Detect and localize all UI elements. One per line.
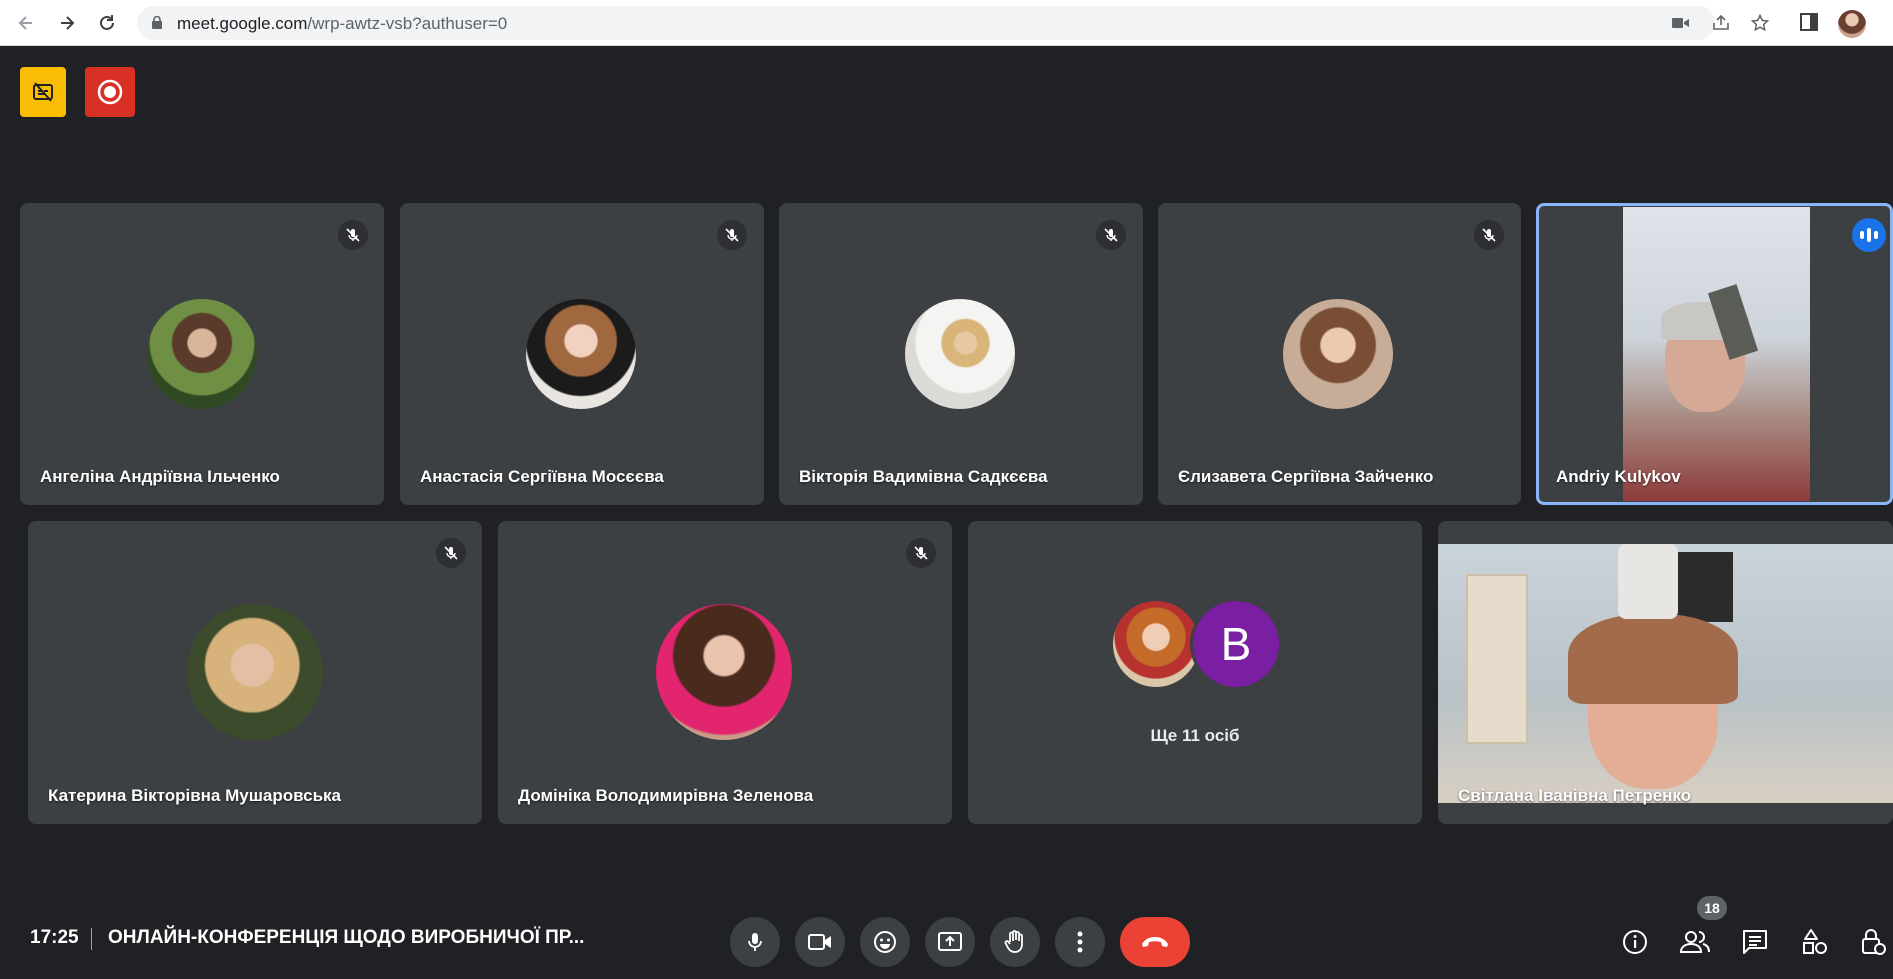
meeting-details-icon[interactable] bbox=[1615, 922, 1655, 962]
participant-name: Домініка Володимирівна Зеленова bbox=[518, 786, 814, 805]
recording-icon[interactable] bbox=[85, 67, 135, 117]
mic-off-icon bbox=[338, 220, 368, 250]
participant-tile[interactable]: Єлизавета Сергіївна Зайченко bbox=[1158, 203, 1521, 505]
participant-tile[interactable]: Катерина Вікторівна Мушаровська bbox=[28, 521, 482, 824]
participant-name: Анастасія Сергіївна Мосєєва bbox=[420, 467, 664, 486]
divider bbox=[91, 928, 92, 950]
participant-video bbox=[1623, 207, 1810, 501]
raise-hand-icon[interactable] bbox=[990, 917, 1040, 967]
participant-avatar bbox=[1110, 598, 1202, 690]
chat-icon[interactable] bbox=[1735, 922, 1775, 962]
share-icon[interactable] bbox=[1710, 13, 1732, 33]
url-text[interactable]: meet.google.com/wrp-awtz-vsb?authuser=0 bbox=[177, 14, 507, 34]
participant-name: Andriy Kulykov bbox=[1556, 467, 1681, 486]
more-options-icon[interactable] bbox=[1055, 917, 1105, 967]
mic-off-icon bbox=[717, 220, 747, 250]
captions-off-icon[interactable] bbox=[20, 67, 66, 117]
mic-off-icon bbox=[1096, 220, 1126, 250]
participant-name: Катерина Вікторівна Мушаровська bbox=[48, 786, 342, 805]
people-icon[interactable] bbox=[1675, 922, 1715, 962]
avatar-letter: B bbox=[1220, 618, 1252, 670]
end-call-icon[interactable] bbox=[1120, 917, 1190, 967]
participant-tile[interactable]: Домініка Володимирівна Зеленова bbox=[498, 521, 952, 824]
participant-name: Світлана Іванівна Петренко bbox=[1458, 786, 1692, 805]
mic-off-icon bbox=[906, 538, 936, 568]
participant-avatar bbox=[147, 299, 257, 409]
camera-icon[interactable] bbox=[795, 917, 845, 967]
participant-tile[interactable]: Анастасія Сергіївна Мосєєва bbox=[400, 203, 764, 505]
forward-arrow-icon[interactable] bbox=[53, 9, 81, 37]
participant-avatar bbox=[1283, 299, 1393, 409]
participant-name: Вікторія Вадимівна Садкєєва bbox=[799, 467, 1048, 486]
back-arrow-icon[interactable] bbox=[12, 9, 40, 37]
others-count-label: Ще 11 осіб bbox=[1150, 726, 1240, 745]
others-tile[interactable]: B Ще 11 осіб bbox=[968, 521, 1422, 824]
participant-name: Ангеліна Андріївна Ільченко bbox=[40, 467, 280, 486]
participant-name: Єлизавета Сергіївна Зайченко bbox=[1178, 467, 1434, 486]
camera-in-use-icon[interactable] bbox=[1670, 13, 1692, 33]
bookmark-star-icon[interactable] bbox=[1749, 13, 1771, 33]
mic-icon[interactable] bbox=[730, 917, 780, 967]
participant-tile[interactable]: Ангеліна Андріївна Ільченко bbox=[20, 203, 384, 505]
participant-avatar bbox=[905, 299, 1015, 409]
side-panel-icon[interactable] bbox=[1800, 13, 1818, 31]
speaking-indicator-icon bbox=[1852, 218, 1886, 252]
meeting-title: ОНЛАЙН-КОНФЕРЕНЦІЯ ЩОДО ВИРОБНИЧОЇ ПР... bbox=[108, 927, 585, 948]
activities-icon[interactable] bbox=[1795, 922, 1835, 962]
participant-avatar-letter: B bbox=[1190, 598, 1282, 690]
participant-tile-active-speaker[interactable]: Andriy Kulykov bbox=[1536, 203, 1893, 505]
mic-off-icon bbox=[1474, 220, 1504, 250]
participant-avatar bbox=[656, 604, 792, 740]
reload-icon[interactable] bbox=[93, 9, 121, 37]
lock-icon[interactable] bbox=[151, 16, 163, 29]
host-controls-icon[interactable] bbox=[1853, 922, 1893, 962]
participant-avatar bbox=[187, 604, 323, 740]
participant-avatar bbox=[526, 299, 636, 409]
participant-tile[interactable]: Вікторія Вадимівна Садкєєва bbox=[779, 203, 1143, 505]
present-screen-icon[interactable] bbox=[925, 917, 975, 967]
emoji-icon[interactable] bbox=[860, 917, 910, 967]
browser-toolbar: meet.google.com/wrp-awtz-vsb?authuser=0 bbox=[0, 0, 1893, 46]
profile-avatar[interactable] bbox=[1838, 10, 1866, 38]
mic-off-icon bbox=[436, 538, 466, 568]
meeting-clock: 17:25 bbox=[30, 927, 79, 948]
people-count-badge: 18 bbox=[1697, 896, 1727, 920]
participant-video bbox=[1438, 544, 1893, 803]
participant-tile[interactable]: Світлана Іванівна Петренко bbox=[1438, 521, 1893, 824]
address-bar[interactable]: meet.google.com/wrp-awtz-vsb?authuser=0 bbox=[137, 6, 1769, 40]
meeting-controls-bar: 17:25 ОНЛАЙН-КОНФЕРЕНЦІЯ ЩОДО ВИРОБНИЧОЇ… bbox=[0, 900, 1893, 979]
